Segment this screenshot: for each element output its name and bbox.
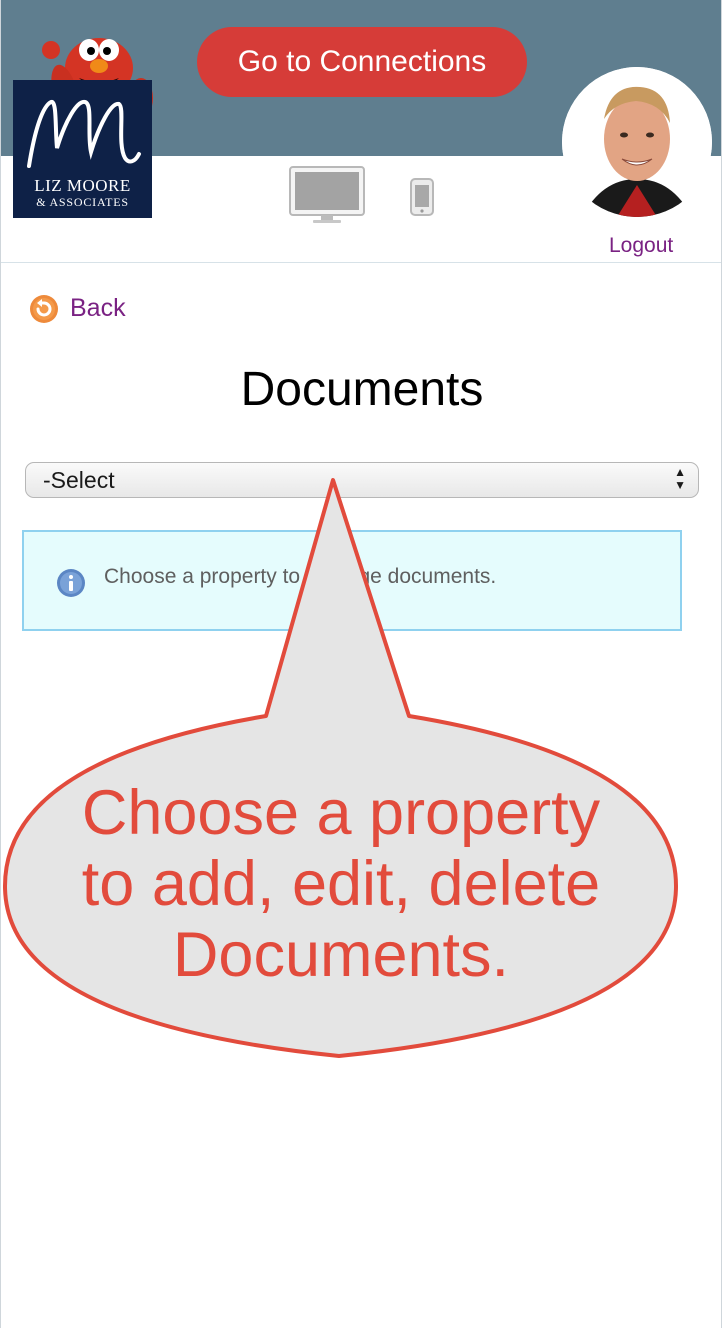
logo-monogram <box>27 100 141 168</box>
desktop-monitor-icon[interactable] <box>289 166 365 224</box>
callout-line: to add, edit, delete <box>81 849 601 919</box>
company-logo[interactable]: LIZ MOORE & ASSOCIATES <box>13 80 152 218</box>
page-title: Documents <box>240 363 484 416</box>
user-avatar[interactable] <box>562 67 712 217</box>
callout-line: Choose a property <box>81 778 601 848</box>
back-link[interactable]: Back <box>70 294 126 323</box>
page: LIZ MOORE & ASSOCIATES Go to Connections… <box>0 0 722 1328</box>
user-photo <box>562 67 712 217</box>
header-divider <box>1 262 721 263</box>
logo-name: LIZ MOORE <box>34 176 131 195</box>
back-arrow-icon[interactable] <box>29 294 59 324</box>
callout-text: Choose a property to add, edit, delete D… <box>11 778 671 991</box>
callout-line: Documents. <box>172 920 510 990</box>
logo-subtitle: & ASSOCIATES <box>36 195 129 209</box>
go-to-connections-button[interactable]: Go to Connections <box>197 27 527 97</box>
mobile-phone-icon[interactable] <box>409 178 435 216</box>
logout-link[interactable]: Logout <box>609 234 673 258</box>
